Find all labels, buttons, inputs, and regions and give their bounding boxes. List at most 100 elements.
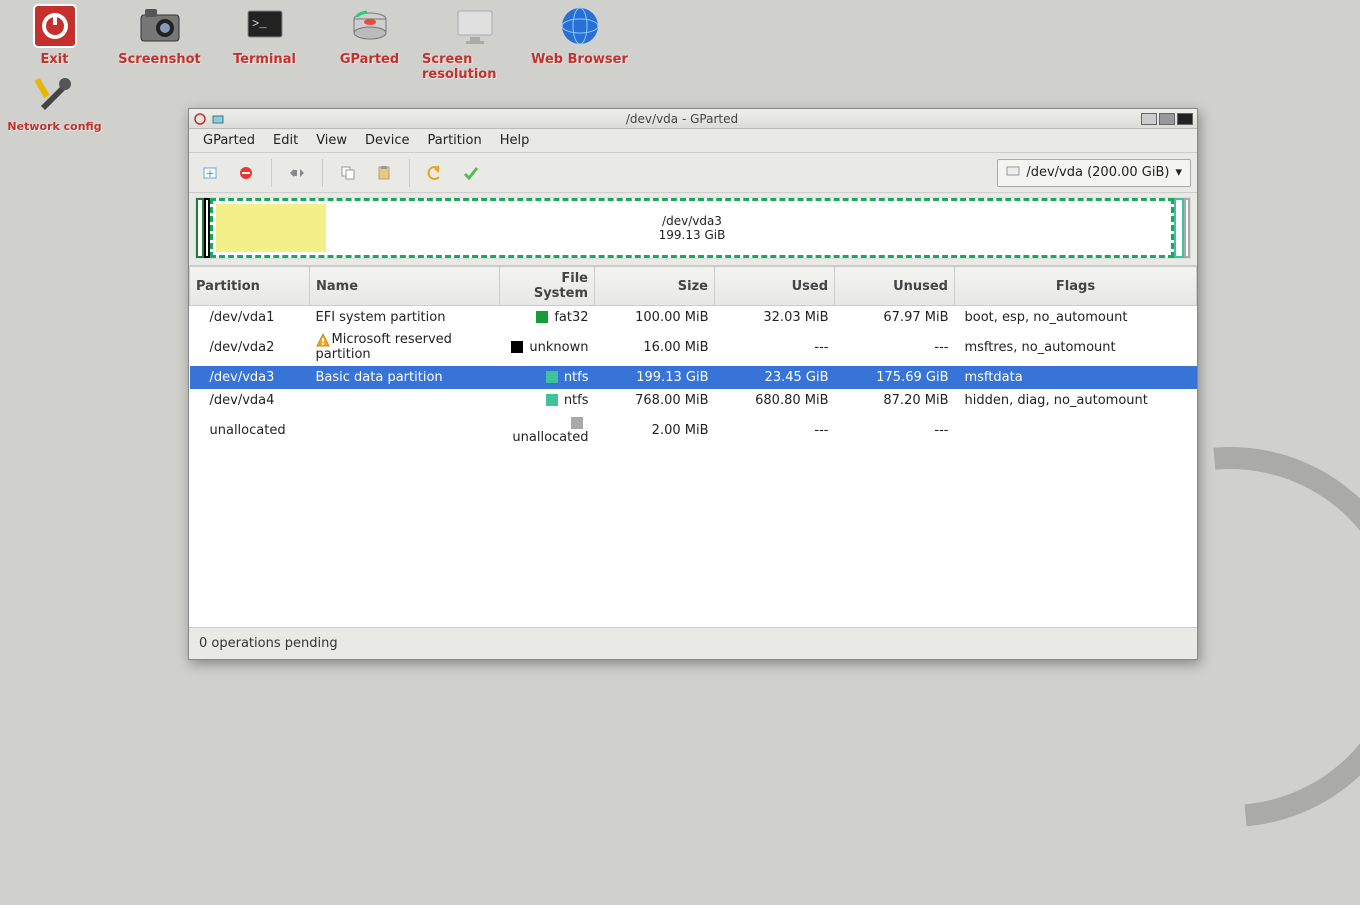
cell-used: 680.80 MiB xyxy=(715,389,835,412)
menu-view[interactable]: View xyxy=(308,131,355,150)
desktop-icon-label: Network config xyxy=(7,120,101,133)
power-icon xyxy=(31,2,79,50)
partition-seg-vda4[interactable] xyxy=(1174,198,1184,258)
desktop-icon-label: Screenshot xyxy=(118,52,201,67)
cell-used: 32.03 MiB xyxy=(715,306,835,329)
cell-partition: /dev/vda1 xyxy=(190,306,310,329)
warning-icon xyxy=(316,333,330,347)
cell-name: Basic data partition xyxy=(310,366,500,389)
cell-fs: ntfs xyxy=(500,366,595,389)
cell-name: EFI system partition xyxy=(310,306,500,329)
cell-size: 768.00 MiB xyxy=(595,389,715,412)
menu-gparted[interactable]: GParted xyxy=(195,131,263,150)
tools-icon xyxy=(31,70,79,118)
toolbar-separator xyxy=(271,159,272,187)
menu-help[interactable]: Help xyxy=(492,131,538,150)
titlebar[interactable]: /dev/vda - GParted xyxy=(189,109,1197,129)
cell-unused: --- xyxy=(835,329,955,366)
status-bar: 0 operations pending xyxy=(189,627,1197,659)
table-header-row: Partition Name File System Size Used Unu… xyxy=(190,267,1197,306)
desktop-icon-screenres[interactable]: Screen resolution xyxy=(422,2,527,82)
paste-button[interactable] xyxy=(369,159,399,187)
window-close-button[interactable] xyxy=(1177,113,1193,125)
cell-fs: unknown xyxy=(500,329,595,366)
col-unused[interactable]: Unused xyxy=(835,267,955,306)
cell-unused: 87.20 MiB xyxy=(835,389,955,412)
partition-seg-vda3[interactable]: /dev/vda3 199.13 GiB xyxy=(210,198,1174,258)
disk-small-icon xyxy=(211,112,225,126)
cell-size: 2.00 MiB xyxy=(595,412,715,449)
col-filesystem[interactable]: File System xyxy=(500,267,595,306)
cell-flags: msftres, no_automount xyxy=(955,329,1197,366)
col-name[interactable]: Name xyxy=(310,267,500,306)
resize-move-button[interactable] xyxy=(282,159,312,187)
cell-fs: unallocated xyxy=(500,412,595,449)
desktop-icon-label: Terminal xyxy=(233,52,296,67)
toolbar-separator xyxy=(409,159,410,187)
cell-partition: /dev/vda3 xyxy=(190,366,310,389)
fs-color-chip xyxy=(546,394,558,406)
menu-device[interactable]: Device xyxy=(357,131,417,150)
terminal-icon: >_ xyxy=(241,2,289,50)
cell-flags xyxy=(955,412,1197,449)
copy-button[interactable] xyxy=(333,159,363,187)
menu-partition[interactable]: Partition xyxy=(420,131,490,150)
desktop-icon-label: GParted xyxy=(340,52,399,67)
table-row[interactable]: /dev/vda3Basic data partitionntfs199.13 … xyxy=(190,366,1197,389)
desktop-icon-label: Web Browser xyxy=(531,52,628,67)
menu-edit[interactable]: Edit xyxy=(265,131,306,150)
desktop-icon-label: Screen resolution xyxy=(422,52,527,82)
desktop-icon-webbrowser[interactable]: Web Browser xyxy=(527,2,632,82)
toolbar: + /dev/vda (200.00 GiB) ▾ xyxy=(189,153,1197,193)
cell-size: 199.13 GiB xyxy=(595,366,715,389)
cell-fs: ntfs xyxy=(500,389,595,412)
col-used[interactable]: Used xyxy=(715,267,835,306)
cell-partition: /dev/vda4 xyxy=(190,389,310,412)
device-selector-label: /dev/vda (200.00 GiB) xyxy=(1026,165,1169,180)
partition-table[interactable]: Partition Name File System Size Used Unu… xyxy=(189,265,1197,627)
window-maximize-button[interactable] xyxy=(1159,113,1175,125)
device-selector[interactable]: /dev/vda (200.00 GiB) ▾ xyxy=(997,159,1191,187)
cell-flags: hidden, diag, no_automount xyxy=(955,389,1197,412)
desktop-icon-network[interactable]: Network config xyxy=(2,70,107,133)
cell-fs: fat32 xyxy=(500,306,595,329)
window-minimize-button[interactable] xyxy=(1141,113,1157,125)
cell-used: 23.45 GiB xyxy=(715,366,835,389)
undo-button[interactable] xyxy=(420,159,450,187)
apply-button[interactable] xyxy=(456,159,486,187)
cell-partition: /dev/vda2 xyxy=(190,329,310,366)
svg-text:>_: >_ xyxy=(252,17,267,31)
globe-icon xyxy=(556,2,604,50)
cell-used: --- xyxy=(715,412,835,449)
desktop-icon-terminal[interactable]: >_ Terminal xyxy=(212,2,317,82)
chevron-down-icon: ▾ xyxy=(1175,165,1182,180)
fs-color-chip xyxy=(571,417,583,429)
window-title: /dev/vda - GParted xyxy=(225,112,1139,126)
desktop-icon-screenshot[interactable]: Screenshot xyxy=(107,2,212,82)
cell-unused: --- xyxy=(835,412,955,449)
col-flags[interactable]: Flags xyxy=(955,267,1197,306)
col-partition[interactable]: Partition xyxy=(190,267,310,306)
table-row[interactable]: /dev/vda1EFI system partitionfat32100.00… xyxy=(190,306,1197,329)
table-row[interactable]: /dev/vda4 ntfs768.00 MiB680.80 MiB87.20 M… xyxy=(190,389,1197,412)
disk-icon xyxy=(346,2,394,50)
table-row[interactable]: /dev/vda2Microsoft reserved partitionunk… xyxy=(190,329,1197,366)
monitor-icon xyxy=(451,2,499,50)
partition-seg-unallocated[interactable] xyxy=(1184,198,1190,258)
drive-icon xyxy=(1006,164,1020,182)
desktop-icon-gparted[interactable]: GParted xyxy=(317,2,422,82)
partition-seg-vda1[interactable] xyxy=(196,198,204,258)
fs-color-chip xyxy=(536,311,548,323)
desktop-icon-label: Exit xyxy=(41,52,69,67)
cell-unused: 67.97 MiB xyxy=(835,306,955,329)
partition-seg-size: 199.13 GiB xyxy=(659,228,726,242)
gparted-window: /dev/vda - GParted GParted Edit View Dev… xyxy=(188,108,1198,660)
cell-unused: 175.69 GiB xyxy=(835,366,955,389)
cell-flags: msftdata xyxy=(955,366,1197,389)
new-partition-button[interactable]: + xyxy=(195,159,225,187)
table-row[interactable]: unallocatedunallocated2.00 MiB------ xyxy=(190,412,1197,449)
cell-used: --- xyxy=(715,329,835,366)
col-size[interactable]: Size xyxy=(595,267,715,306)
delete-partition-button[interactable] xyxy=(231,159,261,187)
cell-size: 16.00 MiB xyxy=(595,329,715,366)
